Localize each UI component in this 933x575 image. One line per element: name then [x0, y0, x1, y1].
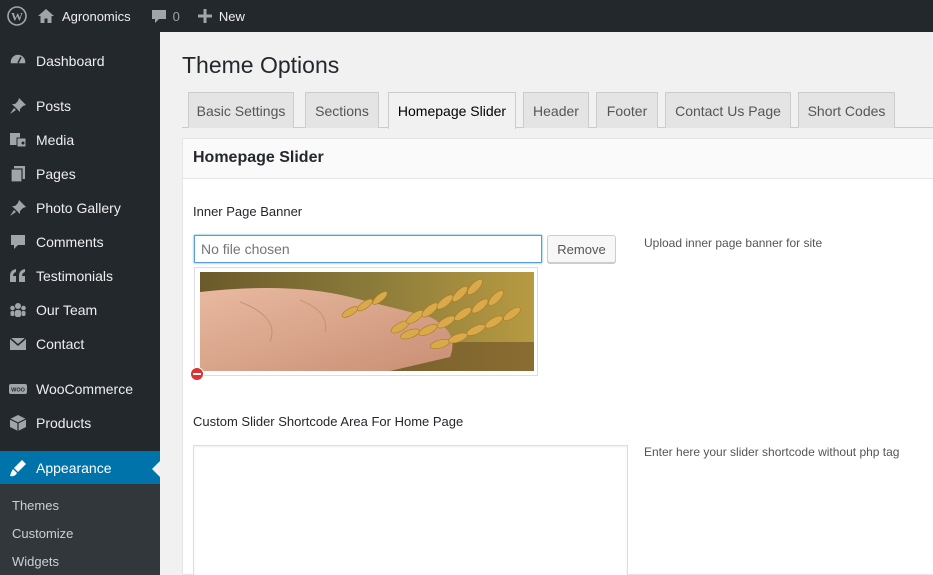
media-icon — [0, 130, 36, 150]
remove-image-icon[interactable] — [190, 367, 204, 381]
tab-short-codes[interactable]: Short Codes — [798, 92, 895, 128]
sidebar-item-contact[interactable]: Contact — [0, 327, 160, 361]
woo-icon: WOO — [0, 379, 36, 399]
svg-text:W: W — [11, 10, 23, 24]
email-icon — [0, 334, 36, 354]
tab-contact-us-page[interactable]: Contact Us Page — [665, 92, 791, 128]
sidebar-item-our-team[interactable]: Our Team — [0, 293, 160, 327]
sidebar-item-appearance[interactable]: Appearance — [0, 451, 160, 485]
sidebar-item-posts[interactable]: Posts — [0, 89, 160, 123]
new-label: New — [218, 8, 245, 24]
sidebar-item-woocommerce[interactable]: WOO WooCommerce — [0, 372, 160, 406]
sidebar-item-label: Appearance — [36, 460, 112, 476]
site-name-link[interactable]: Agronomics — [35, 0, 139, 32]
comments-link[interactable]: 0 — [143, 0, 188, 32]
pin-icon — [0, 96, 36, 116]
tab-header[interactable]: Header — [523, 92, 589, 128]
tab-footer[interactable]: Footer — [596, 92, 658, 128]
banner-image — [200, 272, 534, 371]
sidebar-item-label: WooCommerce — [36, 381, 133, 397]
sidebar-item-label: Contact — [36, 336, 85, 352]
comments-count: 0 — [172, 8, 180, 24]
submenu-item-widgets[interactable]: Widgets — [12, 554, 59, 569]
admin-bar: W Agronomics 0 New — [0, 0, 933, 32]
sidebar-item-comments[interactable]: Comments — [0, 225, 160, 259]
pin-icon — [0, 198, 36, 218]
sidebar-item-label: Testimonials — [36, 268, 114, 284]
comment-icon — [0, 232, 36, 252]
sidebar-item-products[interactable]: Products — [0, 406, 160, 440]
remove-button[interactable]: Remove — [547, 235, 616, 263]
wordpress-icon: W — [7, 6, 27, 26]
comment-bubble-icon — [151, 9, 166, 23]
tab-sections[interactable]: Sections — [305, 92, 379, 128]
sidebar-item-label: Pages — [36, 166, 76, 182]
inner-page-banner-label: Inner Page Banner — [193, 204, 303, 219]
sidebar-item-label: Comments — [36, 234, 104, 250]
shortcode-description: Enter here your slider shortcode without… — [644, 445, 900, 459]
dashboard-icon — [0, 51, 36, 71]
svg-text:WOO: WOO — [11, 388, 25, 394]
quote-icon — [0, 266, 36, 286]
home-icon — [38, 9, 54, 23]
admin-sidebar: Dashboard Posts Media Pages Photo Galler… — [0, 32, 160, 575]
groups-icon — [0, 300, 36, 320]
submenu-item-customize[interactable]: Customize — [12, 526, 73, 541]
plus-icon — [197, 9, 212, 23]
sidebar-item-label: Posts — [36, 98, 72, 114]
submenu-item-themes[interactable]: Themes — [12, 498, 59, 513]
slider-shortcode-textarea[interactable] — [193, 445, 628, 575]
shortcode-area-label: Custom Slider Shortcode Area For Home Pa… — [193, 414, 464, 429]
page-title: Theme Options — [182, 52, 340, 78]
banner-description: Upload inner page banner for site — [644, 236, 823, 250]
brush-icon — [0, 458, 36, 478]
banner-file-field[interactable] — [194, 235, 542, 263]
tab-homepage-slider[interactable]: Homepage Slider — [388, 92, 516, 129]
site-name: Agronomics — [62, 8, 131, 24]
sidebar-item-label: Products — [36, 415, 92, 431]
sidebar-item-label: Our Team — [36, 302, 98, 318]
box-icon — [0, 413, 36, 433]
sidebar-item-label: Photo Gallery — [36, 200, 121, 216]
sidebar-item-label: Media — [36, 132, 75, 148]
appearance-submenu: Themes Customize Widgets — [0, 484, 160, 575]
banner-preview — [194, 267, 538, 376]
sidebar-item-photo-gallery[interactable]: Photo Gallery — [0, 191, 160, 225]
sidebar-item-media[interactable]: Media — [0, 123, 160, 157]
new-content-button[interactable]: New — [190, 0, 253, 32]
pages-icon — [0, 164, 36, 184]
sidebar-item-dashboard[interactable]: Dashboard — [0, 44, 160, 78]
panel-header: Homepage Slider — [183, 139, 933, 179]
sidebar-item-testimonials[interactable]: Testimonials — [0, 259, 160, 293]
panel-title: Homepage Slider — [193, 149, 324, 166]
wordpress-logo-button[interactable]: W — [0, 0, 35, 32]
tab-basic-settings[interactable]: Basic Settings — [188, 92, 294, 128]
sidebar-item-label: Dashboard — [36, 53, 105, 69]
sidebar-item-pages[interactable]: Pages — [0, 157, 160, 191]
settings-tabs: Basic Settings Sections Homepage Slider … — [182, 92, 933, 129]
